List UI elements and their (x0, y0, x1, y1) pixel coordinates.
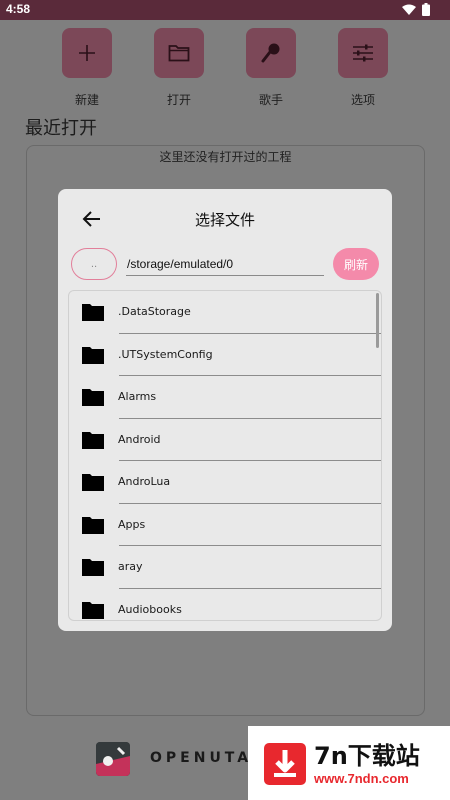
folder-icon (82, 601, 104, 619)
file-name: AndroLua (118, 475, 171, 488)
list-item[interactable]: Android (69, 419, 381, 461)
folder-icon (82, 474, 104, 491)
file-name: Audiobooks (118, 602, 182, 616)
open-label: 打开 (166, 93, 191, 107)
file-chooser-dialog: 选择文件 .. 刷新 .DataStorage .UTSystemConfig … (58, 189, 392, 631)
new-label: 新建 (74, 93, 99, 107)
app-logo (96, 742, 130, 776)
watermark-url: www.7ndn.com (314, 771, 409, 786)
system-icons (402, 3, 430, 16)
list-item[interactable]: Alarms (69, 376, 381, 419)
folder-icon (82, 516, 104, 534)
app-name: OPENUTA (150, 750, 253, 766)
file-list: .DataStorage .UTSystemConfig Alarms Andr… (68, 290, 382, 621)
download-icon (264, 743, 306, 785)
watermark-title: 7n下载站 (314, 742, 420, 770)
status-bar: 4:58 (0, 0, 450, 20)
plus-icon (79, 45, 95, 61)
open-button[interactable] (154, 28, 204, 78)
list-item[interactable]: AndroLua (69, 461, 381, 504)
refresh-button[interactable]: 刷新 (333, 248, 379, 280)
recent-title: 最近打开 (25, 118, 97, 139)
list-scrollbar[interactable] (376, 293, 379, 348)
list-item[interactable]: .UTSystemConfig (69, 334, 381, 376)
watermark-badge: 7n下载站 www.7ndn.com (248, 726, 450, 800)
list-item[interactable]: aray (69, 546, 381, 589)
battery-icon (422, 3, 430, 16)
file-name: Android (118, 432, 161, 446)
file-name: Alarms (118, 390, 157, 403)
wifi-icon (402, 4, 416, 15)
list-item[interactable]: Audiobooks (69, 589, 381, 621)
microphone-icon (261, 43, 280, 63)
options-button[interactable] (338, 28, 388, 78)
recent-empty-message: 这里还没有打开过的工程 (159, 150, 292, 164)
folder-icon (82, 346, 104, 364)
sliders-icon (353, 44, 373, 62)
singer-label: 歌手 (258, 93, 283, 107)
list-item[interactable]: Apps (69, 504, 381, 546)
file-name: Apps (118, 517, 146, 531)
new-button[interactable] (62, 28, 112, 78)
file-name: .DataStorage (118, 305, 191, 318)
parent-dir-button[interactable]: .. (71, 248, 117, 280)
dialog-title: 选择文件 (194, 211, 255, 229)
options-label: 选项 (350, 93, 375, 107)
status-time: 4:58 (6, 2, 31, 16)
folder-icon (82, 431, 104, 449)
path-input[interactable] (126, 252, 324, 276)
folder-open-icon (168, 45, 190, 62)
folder-icon (82, 304, 104, 321)
singer-button[interactable] (246, 28, 296, 78)
folder-icon (82, 559, 104, 576)
file-name: aray (118, 560, 143, 573)
folder-icon (82, 389, 104, 406)
file-name: .UTSystemConfig (118, 347, 213, 361)
list-item[interactable]: .DataStorage (69, 291, 381, 334)
